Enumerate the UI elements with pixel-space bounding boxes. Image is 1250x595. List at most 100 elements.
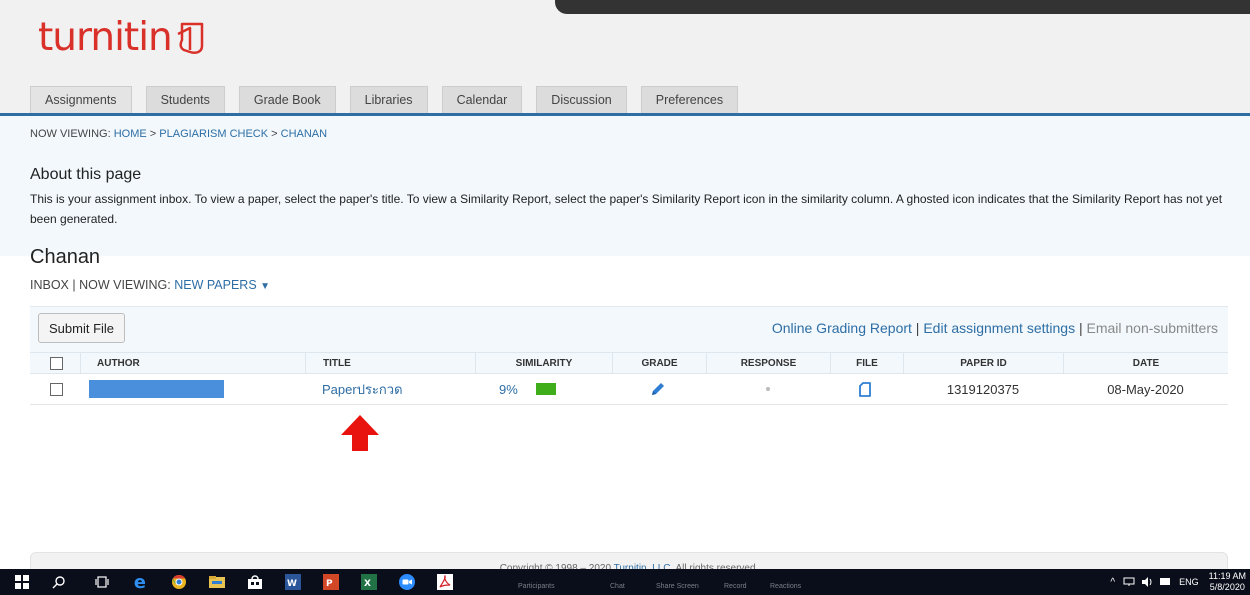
clock-time: 11:19 AM <box>1208 571 1246 581</box>
tab-libraries[interactable]: Libraries <box>349 86 428 113</box>
select-all-cell <box>50 353 63 373</box>
zoom-share-screen-button[interactable]: Share Screen <box>656 583 699 590</box>
breadcrumb-prefix: NOW VIEWING: <box>30 128 114 140</box>
word-icon[interactable]: W <box>285 574 301 590</box>
svg-text:X: X <box>364 579 371 589</box>
about-title: About this page <box>30 166 142 183</box>
language-indicator[interactable]: ENG <box>1179 577 1199 587</box>
windows-start-icon[interactable] <box>14 574 30 590</box>
logo-page-icon <box>177 22 204 54</box>
task-view-icon[interactable] <box>94 574 110 590</box>
view-filter-label: NEW PAPERS <box>174 278 257 292</box>
zoom-record-button[interactable]: Record <box>724 583 747 590</box>
clock-date: 5/8/2020 <box>1209 582 1245 592</box>
show-hidden-icons-icon[interactable]: ^ <box>1110 577 1115 588</box>
volume-icon[interactable] <box>1141 577 1153 587</box>
zoom-app-icon[interactable] <box>399 574 415 590</box>
red-arrow-annotation <box>341 415 379 451</box>
similarity-report-icon[interactable] <box>535 383 556 395</box>
acrobat-icon[interactable] <box>437 574 453 590</box>
column-header-author[interactable]: AUTHOR <box>80 353 305 373</box>
system-clock[interactable]: 11:19 AM 5/8/2020 <box>1209 571 1246 593</box>
row-checkbox[interactable] <box>50 382 63 396</box>
email-non-submitters-link[interactable]: Email non-submitters <box>1087 320 1219 336</box>
response-cell <box>766 374 770 404</box>
inbox-toolbar: Submit File Online Grading Report | Edit… <box>30 306 1228 352</box>
search-icon[interactable] <box>51 574 67 590</box>
title-cell: Paperประกวด <box>322 374 403 404</box>
response-status-dot <box>766 387 770 391</box>
header: turnitin Assignments Students Grade Book… <box>0 0 1250 113</box>
zoom-chat-button[interactable]: Chat <box>610 583 625 590</box>
column-header-date[interactable]: DATE <box>1063 353 1228 373</box>
svg-text:W: W <box>287 579 297 589</box>
network-icon[interactable] <box>1123 577 1135 587</box>
zoom-participants-button[interactable]: Participants <box>518 583 555 590</box>
date-cell: 08-May-2020 <box>1107 381 1184 397</box>
submit-file-button[interactable]: Submit File <box>38 313 126 343</box>
turnitin-logo[interactable]: turnitin <box>38 12 210 62</box>
about-section: NOW VIEWING: HOME > PLAGIARISM CHECK > C… <box>0 116 1250 256</box>
column-header-paper-id[interactable]: PAPER ID <box>903 353 1063 373</box>
breadcrumb-separator: > <box>146 128 160 140</box>
zoom-meeting-controls: Participants Chat Share Screen Record Re… <box>500 569 820 595</box>
author-cell <box>89 374 224 404</box>
main-tabs: Assignments Students Grade Book Librarie… <box>30 86 752 113</box>
chrome-icon[interactable] <box>171 574 187 590</box>
tab-students[interactable]: Students <box>145 86 225 113</box>
author-name-redacted <box>89 380 224 398</box>
online-grading-report-link[interactable]: Online Grading Report <box>772 320 912 336</box>
about-description: This is your assignment inbox. To view a… <box>30 192 1223 226</box>
tab-assignments[interactable]: Assignments <box>30 86 132 113</box>
column-header-file[interactable]: FILE <box>830 353 903 373</box>
tab-calendar[interactable]: Calendar <box>441 86 523 113</box>
tab-preferences[interactable]: Preferences <box>640 86 739 113</box>
row-select-cell <box>50 374 63 404</box>
link-separator: | <box>911 320 924 336</box>
breadcrumb-home-link[interactable]: HOME <box>114 128 147 140</box>
dropdown-arrow-icon: ▼ <box>260 281 271 292</box>
file-download-icon[interactable] <box>859 381 871 397</box>
similarity-cell[interactable]: 9% <box>499 374 556 404</box>
grade-cell <box>650 374 666 404</box>
paper-id-cell: 1319120375 <box>946 381 1020 397</box>
svg-text:e: e <box>134 573 146 591</box>
inbox-prefix: INBOX | NOW VIEWING: <box>30 278 175 292</box>
view-filter-dropdown[interactable]: NEW PAPERS ▼ <box>174 278 270 292</box>
breadcrumb-class-link[interactable]: PLAGIARISM CHECK <box>159 128 268 140</box>
tab-discussion[interactable]: Discussion <box>536 86 627 113</box>
assignment-title: Chanan <box>30 246 101 268</box>
select-all-checkbox[interactable] <box>50 356 63 370</box>
tab-grade-book[interactable]: Grade Book <box>238 86 336 113</box>
notification-icon[interactable] <box>1159 577 1171 587</box>
store-icon[interactable] <box>247 574 263 590</box>
edge-browser-icon[interactable]: e <box>133 573 149 591</box>
table-header: AUTHOR TITLE SIMILARITY GRADE RESPONSE F… <box>30 352 1228 374</box>
breadcrumb-separator: > <box>268 128 281 140</box>
file-explorer-icon[interactable] <box>209 574 225 590</box>
zoom-reactions-button[interactable]: Reactions <box>770 583 801 590</box>
logo-text: turnitin <box>38 14 173 60</box>
edit-assignment-settings-link[interactable]: Edit assignment settings <box>923 320 1075 336</box>
paper-title-link[interactable]: Paperประกวด <box>322 379 403 400</box>
windows-taskbar: e W P X Participants Chat Share Screen R… <box>0 569 1250 595</box>
zoom-top-bar <box>555 0 1250 14</box>
column-header-response[interactable]: RESPONSE <box>706 353 830 373</box>
pencil-icon[interactable] <box>650 381 666 397</box>
toolbar-links: Online Grading Report | Edit assignment … <box>772 320 1218 336</box>
column-header-title[interactable]: TITLE <box>305 353 475 373</box>
file-cell <box>859 374 871 404</box>
breadcrumb-current-link[interactable]: CHANAN <box>281 128 327 140</box>
powerpoint-icon[interactable]: P <box>323 574 339 590</box>
svg-text:P: P <box>326 579 333 589</box>
link-separator: | <box>1075 320 1087 336</box>
similarity-score[interactable]: 9% <box>499 382 518 397</box>
breadcrumb: NOW VIEWING: HOME > PLAGIARISM CHECK > C… <box>30 128 327 140</box>
column-header-grade[interactable]: GRADE <box>612 353 706 373</box>
turnitin-page: turnitin Assignments Students Grade Book… <box>0 0 1250 595</box>
excel-icon[interactable]: X <box>361 574 377 590</box>
inbox-view-line: INBOX | NOW VIEWING: NEW PAPERS ▼ <box>30 278 270 292</box>
table-row: Paperประกวด 9% 1319120375 08-May-2020 <box>30 374 1228 405</box>
system-tray: ^ ENG 11:19 AM 5/8/2020 <box>1110 569 1246 595</box>
column-header-similarity[interactable]: SIMILARITY <box>475 353 612 373</box>
